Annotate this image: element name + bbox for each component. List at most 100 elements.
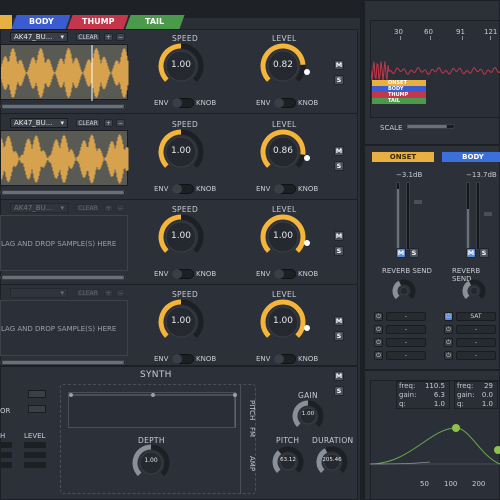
speed-env-knob-toggle[interactable]: [172, 269, 194, 279]
synth-solo-button[interactable]: S: [334, 386, 344, 396]
mute-button[interactable]: M: [334, 60, 344, 70]
level-knob[interactable]: 1.00: [260, 299, 306, 345]
speed-knob[interactable]: 1.00: [158, 43, 204, 89]
level-env-knob-toggle[interactable]: [274, 354, 296, 364]
clear-button[interactable]: CLEAR: [76, 204, 100, 212]
add-sample-button[interactable]: +: [104, 119, 113, 127]
effect-slot[interactable]: -: [386, 325, 426, 334]
sample-select[interactable]: AK47_BU... ▾: [10, 118, 68, 128]
depth-knob[interactable]: 1.00: [132, 444, 170, 482]
speed-env-knob-toggle[interactable]: [172, 184, 194, 194]
synth-left-control-2[interactable]: [28, 405, 46, 413]
onset-tab-stub[interactable]: [0, 15, 12, 29]
fader-handle[interactable]: [414, 200, 422, 204]
remove-sample-button[interactable]: −: [116, 289, 125, 297]
level-env-knob-toggle[interactable]: [274, 269, 296, 279]
channel-fader-left[interactable]: [396, 182, 400, 250]
mute-button[interactable]: M: [334, 231, 344, 241]
speed-knob-label: KNOB: [196, 99, 217, 107]
gain-knob[interactable]: 1.00: [292, 400, 324, 432]
mute-button[interactable]: M: [334, 146, 344, 156]
effect-power-button[interactable]: ⏻: [444, 338, 453, 347]
channel-fader-left[interactable]: [466, 182, 470, 250]
channel-solo-button[interactable]: S: [479, 248, 489, 258]
tab-thump[interactable]: THUMP: [67, 15, 129, 29]
envelope-editor[interactable]: [68, 392, 237, 429]
effect-power-button[interactable]: ⏻: [444, 312, 453, 321]
clear-button[interactable]: CLEAR: [76, 119, 100, 127]
tab-body[interactable]: BODY: [11, 15, 71, 29]
scale-slider[interactable]: [405, 124, 455, 129]
level-env-knob-toggle[interactable]: [274, 184, 296, 194]
reverb-send-knob[interactable]: [392, 279, 416, 303]
effect-power-button[interactable]: ⏻: [374, 325, 383, 334]
tab-tail[interactable]: TAIL: [125, 15, 185, 29]
speed-knob[interactable]: 1.00: [158, 129, 204, 175]
speed-knob[interactable]: 1.00: [158, 299, 204, 345]
synth-tab-pitch[interactable]: PITCH: [248, 400, 256, 420]
remove-sample-button[interactable]: −: [116, 119, 125, 127]
waveform-scrollbar[interactable]: [0, 190, 126, 195]
channel-fader-right[interactable]: [406, 182, 410, 250]
effect-slot[interactable]: -: [386, 338, 426, 347]
remove-sample-button[interactable]: −: [116, 33, 125, 41]
synth-left-control-1[interactable]: [28, 390, 46, 398]
channel-solo-button[interactable]: S: [409, 248, 419, 258]
synth-mute-button[interactable]: M: [334, 371, 344, 381]
add-sample-button[interactable]: +: [104, 204, 113, 212]
effect-power-button[interactable]: ⏻: [444, 351, 453, 360]
eq-node-1[interactable]: [452, 424, 460, 432]
effect-slot[interactable]: -: [456, 325, 496, 334]
channel-mute-button[interactable]: M: [396, 248, 406, 258]
channel-header[interactable]: BODY: [442, 152, 500, 162]
solo-button[interactable]: S: [334, 246, 344, 256]
sample-select[interactable]: AK47_BU... ▾: [10, 203, 68, 213]
sample-drop-zone[interactable]: LAG AND DROP SAMPLE(S) HERE: [0, 300, 128, 356]
duration-knob[interactable]: 205.46: [316, 446, 348, 478]
eq-curve[interactable]: [370, 410, 500, 490]
waveform-scrollbar[interactable]: [0, 275, 126, 280]
effect-slot[interactable]: -: [456, 351, 496, 360]
channel-header[interactable]: ONSET: [372, 152, 434, 162]
add-sample-button[interactable]: +: [104, 289, 113, 297]
effect-power-button[interactable]: ⏻: [374, 338, 383, 347]
solo-button[interactable]: S: [334, 75, 344, 85]
synth-tab-fm[interactable]: FM: [248, 427, 256, 437]
level-knob[interactable]: 0.82: [260, 43, 306, 89]
speed-env-knob-toggle[interactable]: [172, 354, 194, 364]
speed-env-knob-toggle[interactable]: [172, 98, 194, 108]
effect-slot[interactable]: -: [386, 351, 426, 360]
effect-slot[interactable]: -: [386, 312, 426, 321]
fader-handle[interactable]: [484, 212, 492, 216]
clear-button[interactable]: CLEAR: [76, 289, 100, 297]
add-sample-button[interactable]: +: [104, 33, 113, 41]
mute-button[interactable]: M: [334, 316, 344, 326]
level-knob[interactable]: 1.00: [260, 214, 306, 260]
effect-slot[interactable]: SAT: [456, 312, 496, 321]
level-knob[interactable]: 0.86: [260, 129, 306, 175]
effect-slot[interactable]: -: [456, 338, 496, 347]
reverb-send-knob[interactable]: [462, 279, 486, 303]
sample-select[interactable]: ▾: [10, 288, 68, 298]
speed-knob[interactable]: 1.00: [158, 214, 204, 260]
clear-button[interactable]: CLEAR: [76, 33, 100, 41]
waveform-display[interactable]: [0, 44, 129, 101]
remove-sample-button[interactable]: −: [116, 204, 125, 212]
effect-power-button[interactable]: ⏻: [374, 351, 383, 360]
envelope-graph[interactable]: [69, 393, 237, 429]
solo-button[interactable]: S: [334, 331, 344, 341]
channel-mute-button[interactable]: M: [466, 248, 476, 258]
waveform-display[interactable]: [0, 130, 129, 186]
synth-tab-amp[interactable]: AMP: [248, 456, 256, 471]
channel-fader-right[interactable]: [476, 182, 480, 250]
eq-node-2[interactable]: [494, 446, 500, 454]
effect-power-button[interactable]: ⏻: [374, 312, 383, 321]
sample-drop-zone[interactable]: LAG AND DROP SAMPLE(S) HERE: [0, 215, 128, 271]
pitch-knob[interactable]: 63.12: [272, 446, 304, 478]
waveform-scrollbar[interactable]: [0, 360, 126, 365]
solo-button[interactable]: S: [334, 161, 344, 171]
waveform-scrollbar[interactable]: [0, 104, 126, 109]
level-env-knob-toggle[interactable]: [274, 98, 296, 108]
sample-select[interactable]: AK47_BU... ▾: [10, 32, 68, 42]
effect-power-button[interactable]: ⏻: [444, 325, 453, 334]
